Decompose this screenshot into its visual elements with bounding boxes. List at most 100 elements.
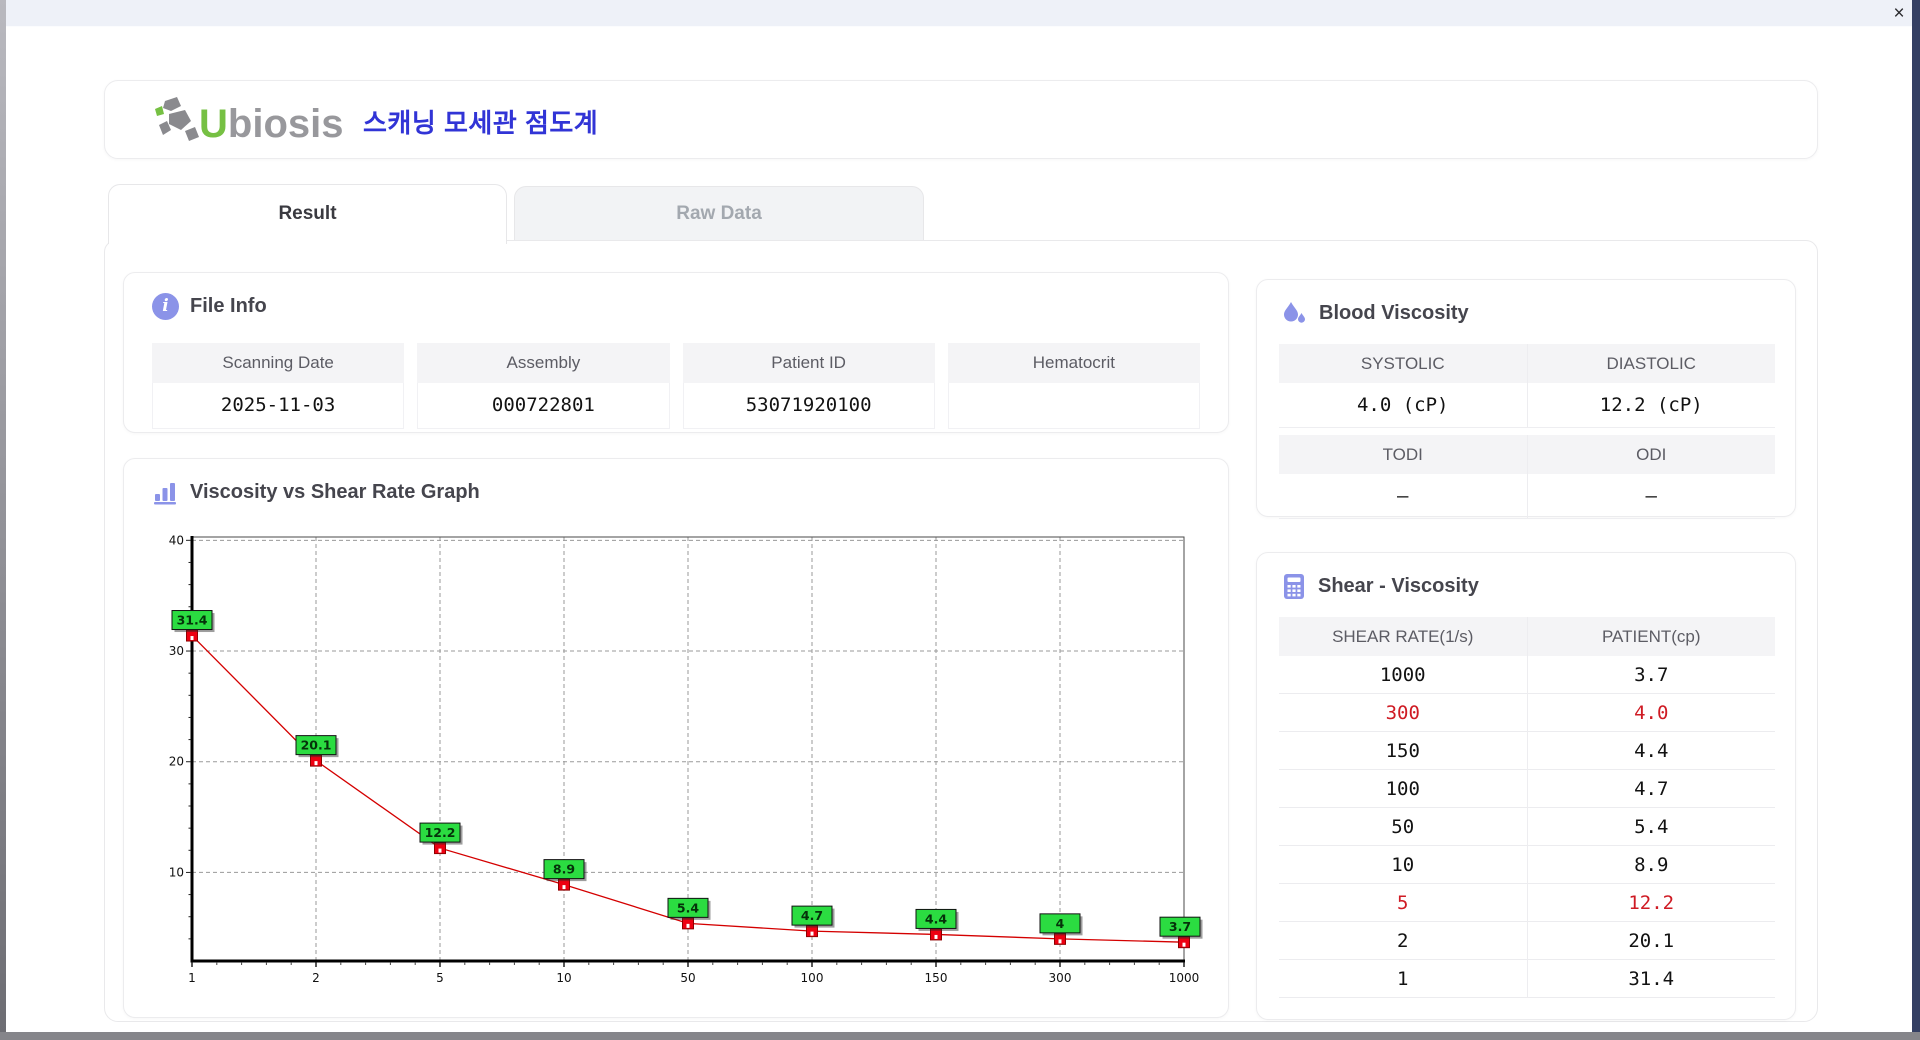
ubiosis-logo-icon: Ubiosis (155, 97, 343, 146)
x-tick-label: 2 (312, 971, 320, 985)
window-titlebar (0, 0, 1920, 27)
field-label: Hematocrit (947, 343, 1200, 383)
value-label-text: 31.4 (177, 613, 208, 628)
x-tick-label: 50 (680, 971, 695, 985)
value-label-text: 4.4 (925, 911, 947, 926)
droplets-icon (1284, 302, 1305, 323)
shear-header-cell: PATIENT(cp) (1527, 617, 1775, 656)
tab-raw-data[interactable]: Raw Data (514, 186, 924, 242)
table-row: 300 4.0 (1279, 694, 1775, 732)
calculator-icon (1284, 574, 1304, 599)
patient-cp-cell: 5.4 (1527, 808, 1775, 846)
window-edge-bottom (0, 1032, 1920, 1040)
patient-cp-cell: 20.1 (1527, 922, 1775, 960)
value-label-text: 20.1 (301, 738, 332, 753)
y-tick-label: 20 (169, 755, 184, 769)
bv-header-cell: TODI (1279, 435, 1528, 474)
shear-rate-cell: 50 (1279, 808, 1528, 846)
bv-header-row: SYSTOLIC DIASTOLIC (1279, 344, 1775, 383)
graph-title: Viscosity vs Shear Rate Graph (190, 481, 480, 503)
marker-notch (934, 934, 938, 939)
svg-text:Ubiosis: Ubiosis (199, 102, 343, 146)
value-label-text: 5.4 (677, 900, 699, 915)
table-row: 50 5.4 (1279, 808, 1775, 846)
marker-notch (810, 931, 814, 936)
file-info-field: Scanning Date 2025-11-03 (152, 343, 405, 429)
shear-rate-cell: 150 (1279, 732, 1528, 770)
patient-cp-cell: 4.4 (1527, 732, 1775, 770)
patient-cp-cell: 8.9 (1527, 846, 1775, 884)
shear-rate-cell: 1000 (1279, 656, 1528, 694)
shear-rate-cell: 100 (1279, 770, 1528, 808)
x-tick-label: 1000 (1169, 971, 1200, 985)
close-icon[interactable]: × (1886, 2, 1912, 26)
value-label-text: 8.9 (553, 862, 575, 877)
value-label-text: 4 (1056, 916, 1065, 931)
shear-header-cell: SHEAR RATE(1/s) (1279, 617, 1528, 656)
bv-value-cell: – (1527, 474, 1775, 519)
bv-header-cell: ODI (1527, 435, 1775, 474)
header-card: Ubiosis 스캐닝 모세관 점도계 (104, 80, 1818, 159)
field-value (947, 383, 1200, 429)
x-tick-label: 10 (556, 971, 571, 985)
marker-notch (438, 848, 442, 853)
y-tick-label: 10 (169, 865, 184, 879)
table-row: 100 4.7 (1279, 770, 1775, 808)
shear-rate-cell: 10 (1279, 846, 1528, 884)
shear-header-row: SHEAR RATE(1/s) PATIENT(cp) (1279, 617, 1775, 656)
bv-value-row: 4.0 (cP) 12.2 (cP) (1279, 383, 1775, 428)
table-row: 1000 3.7 (1279, 656, 1775, 694)
y-tick-label: 40 (169, 533, 184, 547)
file-info-title: File Info (190, 295, 267, 317)
file-info-grid: Scanning Date 2025-11-03 Assembly 000722801… (152, 343, 1200, 429)
patient-cp-cell: 12.2 (1527, 884, 1775, 922)
file-info-field: Hematocrit (947, 343, 1200, 429)
x-tick-label: 1 (188, 971, 196, 985)
file-info-field: Patient ID 53071920100 (682, 343, 935, 429)
bv-value-cell: 4.0 (cP) (1279, 383, 1528, 428)
table-row: 5 12.2 (1279, 884, 1775, 922)
marker-notch (686, 923, 690, 928)
value-label-text: 4.7 (801, 908, 823, 923)
value-label-text: 3.7 (1169, 919, 1191, 934)
table-row: 10 8.9 (1279, 846, 1775, 884)
blood-viscosity-card: Blood Viscosity SYSTOLIC DIASTOLIC 4.0 (cP… (1256, 279, 1796, 519)
table-row: 150 4.4 (1279, 732, 1775, 770)
y-tick-label: 30 (169, 644, 184, 658)
window-edge-right (1912, 0, 1920, 1033)
bv-header-row: TODI ODI (1279, 435, 1775, 474)
tab-result[interactable]: Result (108, 184, 507, 244)
app-title: 스캐닝 모세관 점도계 (363, 108, 599, 138)
bar-chart-icon (154, 483, 176, 505)
viscosity-chart: 10 20 30 40 1 2 5 10 50 100 150 300 1000 31.4 20.1 12.2… (169, 533, 1203, 985)
x-tick-label: 5 (436, 971, 444, 985)
table-row: 2 20.1 (1279, 922, 1775, 960)
graph-card: Viscosity vs Shear Rate Graph 10 20 30 40 1 2… (123, 458, 1229, 1018)
marker-notch (190, 636, 194, 641)
shear-viscosity-card: Shear - Viscosity SHEAR RATE(1/s) PATIENT… (1256, 552, 1796, 1020)
marker-notch (562, 885, 566, 890)
field-label: Assembly (417, 343, 670, 383)
bv-value-cell: – (1279, 474, 1528, 519)
field-value: 2025-11-03 (152, 383, 405, 429)
patient-cp-cell: 3.7 (1527, 656, 1775, 694)
field-label: Patient ID (682, 343, 935, 383)
bv-header-cell: DIASTOLIC (1527, 344, 1775, 383)
window-edge-left (0, 0, 6, 1033)
field-value: 53071920100 (682, 383, 935, 429)
shear-rate-cell: 1 (1279, 960, 1528, 998)
value-label-text: 12.2 (425, 825, 456, 840)
bv-header-cell: SYSTOLIC (1279, 344, 1528, 383)
field-label: Scanning Date (152, 343, 405, 383)
marker-notch (1182, 942, 1186, 947)
field-value: 000722801 (417, 383, 670, 429)
shear-viscosity-table: SHEAR RATE(1/s) PATIENT(cp) 1000 3.7 300 4.0 1… (1279, 617, 1775, 998)
marker-notch (1058, 939, 1062, 944)
table-row: 1 31.4 (1279, 960, 1775, 998)
bv-value-cell: 12.2 (cP) (1527, 383, 1775, 428)
x-tick-label: 150 (925, 971, 948, 985)
blood-viscosity-title: Blood Viscosity (1319, 302, 1469, 324)
shear-rate-cell: 5 (1279, 884, 1528, 922)
shear-rate-cell: 300 (1279, 694, 1528, 732)
